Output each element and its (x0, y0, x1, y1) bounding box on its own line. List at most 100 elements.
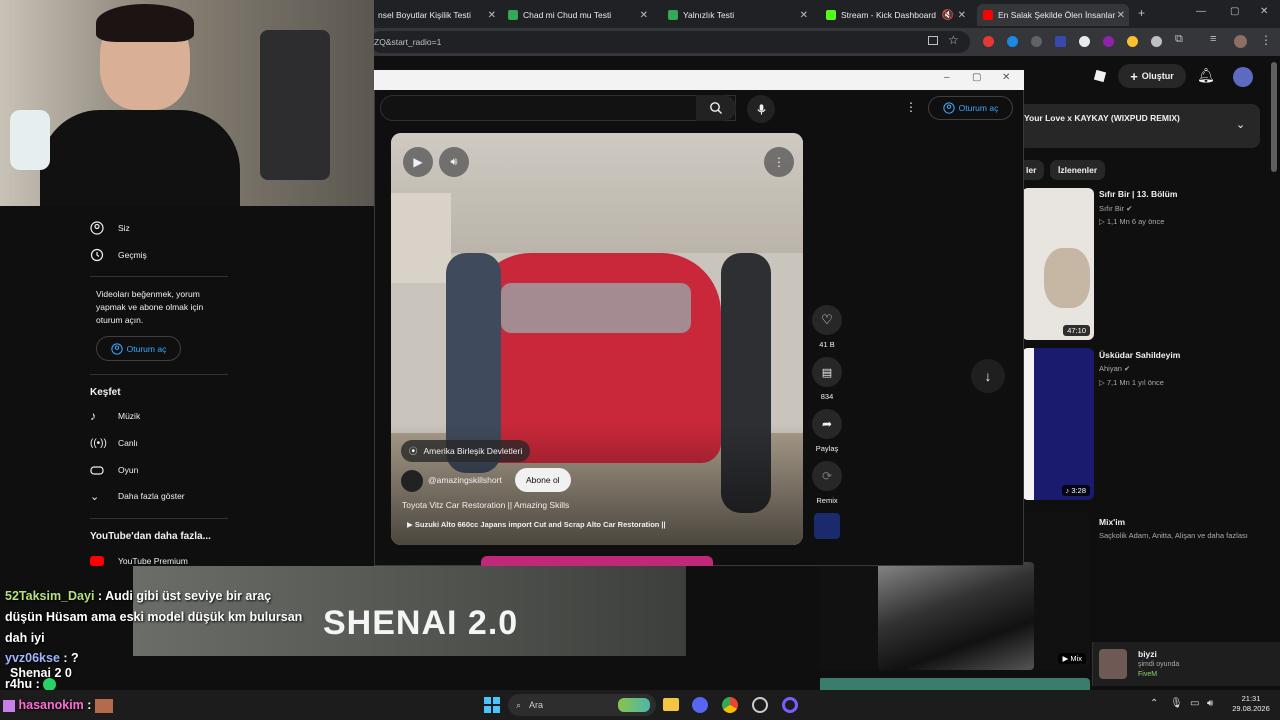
adblock-extension-icon[interactable] (983, 36, 994, 47)
short-title[interactable]: Toyota Vitz Car Restoration || Amazing S… (402, 500, 569, 510)
chat-message: 52Taksim_Dayi : Audi gibi üst seviye bir… (5, 589, 303, 645)
channel-avatar[interactable] (401, 470, 423, 492)
upload-icon[interactable] (1092, 68, 1108, 84)
volume-button[interactable]: 🔊︎ (439, 147, 469, 177)
chat-username[interactable]: yvz06kse (5, 651, 60, 665)
channel-name[interactable]: Ahiyan ✔ (1099, 364, 1130, 373)
close-icon[interactable]: ✕ (640, 10, 648, 21)
more-options-button[interactable]: ⋮ (764, 147, 794, 177)
close-icon[interactable]: ✕ (488, 10, 496, 21)
chat-username[interactable]: r4hu (5, 677, 32, 691)
sidebar-show-more[interactable]: ⌄ Daha fazla göster (90, 487, 185, 505)
video-thumbnail[interactable]: 47:10 (1022, 188, 1094, 340)
sidebar-item-music[interactable]: ♪ Müzik (90, 407, 140, 425)
sidebar-item-you[interactable]: Siz (90, 219, 130, 237)
avatar[interactable] (1233, 67, 1253, 87)
location-chip[interactable]: ⦿ Amerika Birleşik Devletleri (401, 440, 531, 462)
discord-icon[interactable] (692, 697, 708, 713)
taskbar-search[interactable]: ⌕ Ara (508, 694, 656, 716)
file-explorer-icon[interactable] (663, 698, 679, 711)
channel-handle[interactable]: @amazingskillshort (428, 475, 502, 485)
maximize-icon[interactable]: ▢ (972, 72, 981, 83)
browser-tab[interactable]: Yalnızlık Testi ✕ (662, 4, 812, 26)
clock[interactable]: 21:31 29.08.2026 (1228, 694, 1274, 714)
microphone-icon[interactable]: 🎙︎ (1170, 698, 1183, 709)
now-playing-bar[interactable]: Your Love x KAYKAY (WIXPUD REMIX) (1018, 104, 1260, 148)
filter-chip[interactable]: İzlenenler (1050, 160, 1106, 180)
mute-icon[interactable]: 🔇 (942, 10, 954, 21)
new-tab-button[interactable]: + (1138, 6, 1145, 20)
sidebar-item-label: Geçmiş (118, 250, 147, 260)
channel-name[interactable]: Sıfır Bir ✔ (1099, 204, 1132, 213)
close-window-icon[interactable]: ✕ (1260, 6, 1268, 17)
video-title[interactable]: Üsküdar Sahildeyim (1099, 350, 1180, 360)
chat-username[interactable]: hasanokim (18, 698, 83, 712)
extension-icon[interactable] (1127, 36, 1138, 47)
remix-button[interactable]: ⟳ (812, 461, 842, 491)
profile-avatar[interactable] (1234, 35, 1247, 48)
search-input[interactable] (380, 95, 736, 121)
history-icon (90, 248, 104, 262)
next-short-button[interactable]: ↓ (971, 359, 1005, 393)
extension-icon[interactable] (1055, 36, 1066, 47)
chrome-icon[interactable] (722, 697, 738, 713)
share-button[interactable]: ➦ (812, 409, 842, 439)
notifications-bell-icon[interactable]: 🔔︎ (1197, 67, 1215, 84)
sidebar-item-live[interactable]: ((•)) Canlı (90, 434, 138, 452)
chat-username[interactable]: 52Taksim_Dayi (5, 589, 94, 603)
volume-icon[interactable]: 🔊︎ (1207, 698, 1213, 709)
browser-tab[interactable]: Stream - Kick Dashboard 🔇 ✕ (820, 4, 970, 26)
extension-icon[interactable] (1079, 36, 1090, 47)
browser-tab[interactable]: Chad mi Chud mu Testi ✕ (502, 4, 652, 26)
shield-icon[interactable] (1151, 36, 1162, 47)
sound-thumbnail[interactable] (814, 513, 840, 539)
sidebar-signin-button[interactable]: Oturum aç (96, 336, 181, 361)
sidebar-item-gaming[interactable]: Oyun (90, 461, 138, 479)
like-button[interactable]: ♡ (812, 305, 842, 335)
network-icon[interactable]: ▭ (1190, 698, 1199, 709)
extension-icon[interactable] (1103, 36, 1114, 47)
reading-list-icon[interactable]: ≡ (1210, 33, 1216, 45)
voice-search-button[interactable] (747, 95, 775, 123)
extension-icon[interactable] (1007, 36, 1018, 47)
video-title[interactable]: Sıfır Bir | 13. Bölüm (1099, 189, 1177, 199)
subscribe-button[interactable]: Abone ol (515, 468, 571, 492)
extension-icon[interactable] (1031, 36, 1042, 47)
video-thumbnail[interactable] (818, 678, 1090, 690)
play-button[interactable]: ▶ (403, 147, 433, 177)
related-video-link[interactable]: ▶ Suzuki Alto 660cc Japans import Cut an… (407, 520, 666, 529)
search-button[interactable] (696, 95, 736, 121)
tray-chevron-icon[interactable]: ⌃ (1150, 698, 1158, 709)
popup-signin-button[interactable]: Oturum aç (928, 96, 1013, 120)
install-icon[interactable] (928, 36, 938, 45)
short-video-player[interactable]: ▶ 🔊︎ ⋮ ⦿ Amerika Birleşik Devletleri @am… (391, 133, 803, 545)
windows-start-icon[interactable] (484, 697, 500, 713)
video-thumbnail[interactable]: ♪ 3:28 (1022, 348, 1094, 500)
chevron-down-icon[interactable]: ⌄ (1236, 118, 1245, 131)
close-icon[interactable]: ✕ (1117, 10, 1125, 21)
friend-activity-card[interactable]: biyzi şimdi oyunda FiveM (1092, 642, 1280, 686)
bookmark-star-icon[interactable]: ☆ (948, 33, 959, 47)
sidebar-item-history[interactable]: Geçmiş (90, 246, 147, 264)
minimize-icon[interactable]: — (1196, 6, 1206, 17)
chat-message: hasanokim : (3, 698, 113, 713)
browser-tab-active[interactable]: En Salak Şekilde Ölen İnsanlar ✕ (977, 4, 1129, 26)
minimize-icon[interactable]: – (944, 72, 950, 83)
scrollbar[interactable] (1271, 62, 1277, 172)
browser-menu-icon[interactable]: ⋮ (1260, 33, 1272, 47)
app-icon[interactable] (782, 697, 798, 713)
settings-menu-icon[interactable]: ⋮ (905, 100, 917, 114)
address-bar[interactable]: ZQ&start_radio=1 (370, 31, 970, 53)
video-title[interactable]: Mix'im (1099, 517, 1125, 527)
maximize-icon[interactable]: ▢ (1230, 6, 1239, 17)
date-label: 29.08.2026 (1232, 704, 1270, 713)
close-icon[interactable]: ✕ (1002, 72, 1010, 83)
extensions-puzzle-icon[interactable]: ⧉ (1175, 33, 1183, 46)
browser-tab[interactable]: nsel Boyutlar Kişilik Testi ✕ (372, 4, 500, 26)
signin-label: Oturum aç (958, 103, 999, 113)
close-icon[interactable]: ✕ (800, 10, 808, 21)
comment-button[interactable]: ▤ (812, 357, 842, 387)
obs-icon[interactable] (752, 697, 768, 713)
create-button[interactable]: + Oluştur (1118, 64, 1186, 88)
close-icon[interactable]: ✕ (958, 10, 966, 21)
